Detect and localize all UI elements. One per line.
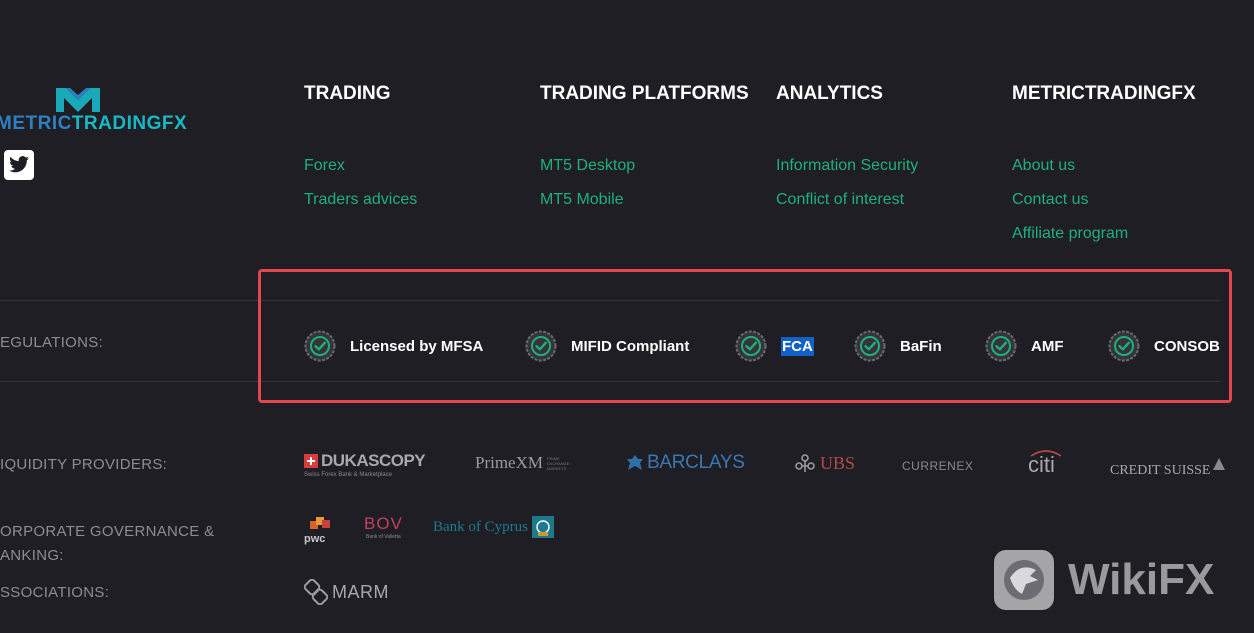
- bov-subtext: Bank of Valletta: [366, 534, 401, 540]
- dukascopy-subtext: Swiss Forex Bank & Marketplace: [304, 472, 393, 478]
- sails-icon: [1213, 458, 1226, 470]
- check-badge-icon: [735, 330, 767, 362]
- regulations-label: EGULATIONS:: [0, 334, 104, 351]
- regulation-label: BaFin: [900, 337, 942, 355]
- regulation-label: AMF: [1031, 337, 1064, 355]
- nav-link-traders-advices[interactable]: Traders advices: [304, 191, 417, 209]
- citi-arc-icon: [1030, 450, 1062, 457]
- currenex-text: CURRENEX: [902, 459, 974, 473]
- check-badge-icon: [985, 330, 1017, 362]
- bov-logo: BOV Bank of Valletta: [364, 514, 403, 540]
- regulation-bafin: BaFin: [854, 330, 942, 362]
- check-badge-icon: [1108, 330, 1140, 362]
- primexm-logo: PrimeXM PRIME EXCHANGE MARKETS: [475, 453, 575, 473]
- pwc-logo: pwc: [304, 516, 336, 545]
- barclays-logo: BARCLAYS: [625, 452, 745, 474]
- ubs-logo: UBS: [794, 452, 855, 474]
- regulation-label: MIFID Compliant: [571, 337, 690, 355]
- nav-link-conflict-of-interest[interactable]: Conflict of interest: [776, 191, 904, 209]
- marm-knot-icon: [304, 579, 328, 605]
- nav-link-affiliate-program[interactable]: Affiliate program: [1012, 225, 1128, 243]
- brand-mark-icon: [56, 88, 100, 112]
- swiss-cross-icon: [304, 454, 318, 468]
- brand-name: METRICTRADINGFX: [0, 113, 187, 135]
- corporate-governance-label-line2: ANKING:: [0, 547, 64, 564]
- bank-of-cyprus-logo: Bank of Cyprus: [433, 516, 554, 538]
- regulation-consob: CONSOB: [1108, 330, 1220, 362]
- nav-link-contact-us[interactable]: Contact us: [1012, 191, 1088, 209]
- credit-suisse-logo: CREDIT SUISSE: [1110, 457, 1226, 479]
- regulation-label: Licensed by MFSA: [350, 337, 484, 355]
- nav-title-trading-platforms: TRADING PLATFORMS: [540, 83, 749, 104]
- regulation-amf: AMF: [985, 330, 1064, 362]
- dukascopy-text: DUKASCOPY: [321, 451, 426, 470]
- corporate-governance-label-line1: ORPORATE GOVERNANCE &: [0, 523, 215, 540]
- dukascopy-logo: DUKASCOPY Swiss Forex Bank & Marketplace: [304, 451, 426, 478]
- pwc-blocks-icon: [310, 517, 330, 529]
- regulation-mfsa: Licensed by MFSA: [304, 330, 483, 362]
- corporate-governance-label: ORPORATE GOVERNANCE & ANKING:: [0, 520, 214, 568]
- nav-title-trading: TRADING: [304, 83, 391, 104]
- barclays-text: BARCLAYS: [647, 452, 745, 473]
- nav-link-forex[interactable]: Forex: [304, 157, 345, 175]
- nav-title-company: METRICTRADINGFX: [1012, 83, 1196, 104]
- check-badge-icon: [525, 330, 557, 362]
- regulation-label-selected[interactable]: FCA: [781, 336, 814, 356]
- twitter-icon: [9, 156, 29, 173]
- nav-link-mt5-desktop[interactable]: MT5 Desktop: [540, 157, 635, 175]
- check-badge-icon: [854, 330, 886, 362]
- wikifx-eagle-icon: [994, 550, 1054, 610]
- primexm-text: PrimeXM: [475, 453, 543, 472]
- marm-text: MARM: [332, 581, 389, 602]
- regulation-fca: FCA: [735, 330, 814, 362]
- keys-icon: [795, 454, 815, 472]
- pwc-text: pwc: [304, 533, 326, 545]
- regulation-mifid: MIFID Compliant: [525, 330, 689, 362]
- check-badge-icon: [304, 330, 336, 362]
- citi-logo: citi: [1028, 449, 1062, 478]
- nav-title-analytics: ANALYTICS: [776, 83, 883, 104]
- nav-link-about-us[interactable]: About us: [1012, 157, 1075, 175]
- bov-text: BOV: [364, 514, 403, 533]
- nav-link-information-security[interactable]: Information Security: [776, 157, 918, 175]
- cyprus-emblem-icon: [532, 516, 554, 538]
- associations-label: SSOCIATIONS:: [0, 584, 110, 601]
- twitter-button[interactable]: [4, 150, 34, 180]
- regulation-label: CONSOB: [1154, 337, 1220, 355]
- primexm-subtext: PRIME EXCHANGE MARKETS: [547, 455, 570, 471]
- brand-name-part1: METRIC: [0, 113, 72, 134]
- wikifx-watermark: WikiFX: [992, 548, 1214, 612]
- bank-of-cyprus-text: Bank of Cyprus: [433, 518, 528, 535]
- credit-suisse-text: CREDIT SUISSE: [1110, 463, 1211, 478]
- marm-logo: MARM: [304, 579, 389, 605]
- ubs-text: UBS: [820, 452, 856, 473]
- eagle-icon: [627, 455, 643, 470]
- currenex-logo: CURRENEX: [902, 457, 973, 475]
- nav-link-mt5-mobile[interactable]: MT5 Mobile: [540, 191, 624, 209]
- brand-name-part2: TRADINGFX: [71, 113, 188, 134]
- wikifx-text: WikiFX: [1068, 555, 1215, 604]
- liquidity-providers-label: IQUIDITY PROVIDERS:: [0, 456, 168, 473]
